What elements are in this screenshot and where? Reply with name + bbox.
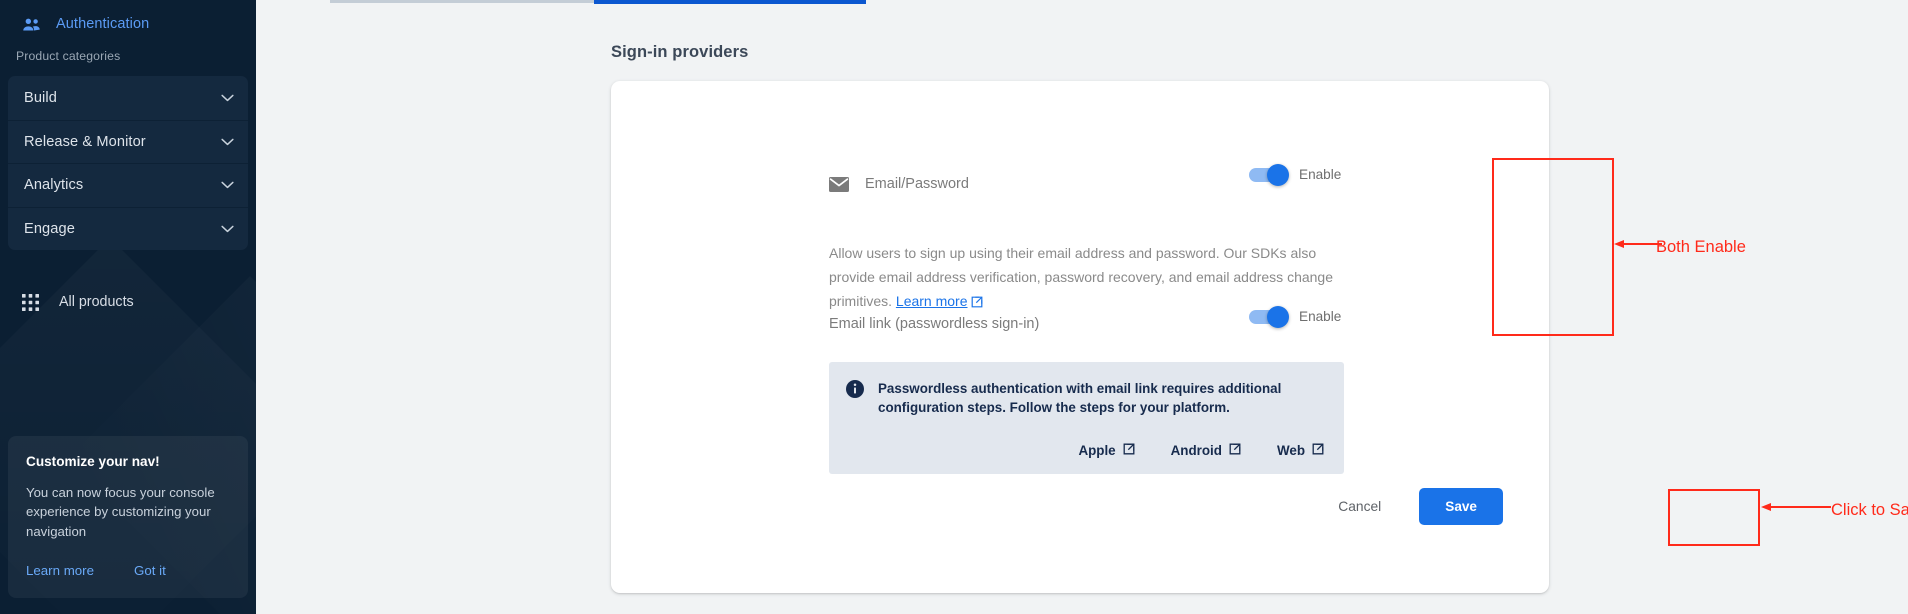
annotation-box-save — [1668, 489, 1760, 546]
android-link-label: Android — [1170, 443, 1222, 459]
customize-nav-promo-card: Customize your nav! You can now focus yo… — [8, 436, 248, 598]
external-link-icon — [1312, 443, 1324, 458]
sidebar-item-build[interactable]: Build — [8, 76, 248, 120]
sidebar-item-engage[interactable]: Engage — [8, 206, 248, 251]
promo-learn-more-link[interactable]: Learn more — [26, 563, 94, 578]
people-icon — [22, 17, 41, 32]
web-link-label: Web — [1276, 443, 1305, 459]
mail-icon — [829, 176, 849, 192]
sidebar-item-analytics[interactable]: Analytics — [8, 163, 248, 207]
android-docs-link[interactable]: Android — [1171, 443, 1241, 458]
sidebar-section-label: Product categories — [16, 49, 121, 63]
email-password-toggle-label: Enable — [1299, 167, 1342, 182]
sidebar-item-label: Engage — [24, 220, 75, 237]
cancel-button[interactable]: Cancel — [1324, 490, 1395, 523]
tab-underline-active[interactable] — [594, 0, 866, 4]
chevron-down-icon — [221, 220, 234, 238]
email-link-name-label: Email link (passwordless sign-in) — [829, 316, 1040, 332]
tab-strip — [256, 0, 1908, 4]
sidebar-item-label: Release & Monitor — [24, 133, 146, 150]
toggle-knob — [1267, 163, 1289, 186]
sidebar-item-label: Build — [24, 89, 57, 106]
promo-got-it-link[interactable]: Got it — [134, 563, 166, 578]
provider-name-label: Email/Password — [865, 176, 969, 192]
chevron-down-icon — [221, 133, 234, 151]
email-password-toggle-group: Enable — [1249, 163, 1342, 186]
external-link-icon — [1229, 443, 1241, 458]
sidebar-item-all-products[interactable]: All products — [0, 290, 134, 314]
email-link-toggle[interactable] — [1249, 305, 1289, 328]
card-actions: Cancel Save — [1324, 488, 1503, 525]
info-box-text: Passwordless authentication with email l… — [878, 381, 1282, 416]
sidebar-item-label: All products — [59, 294, 134, 310]
provider-header-email-password: Email/Password — [829, 176, 969, 192]
promo-actions: Learn more Got it — [26, 563, 230, 578]
info-box-platform-links: Apple Android Web — [846, 443, 1324, 458]
promo-title: Customize your nav! — [26, 454, 160, 469]
sidebar: Authentication Product categories Build … — [0, 0, 256, 614]
sidebar-item-release-and-monitor[interactable]: Release & Monitor — [8, 119, 248, 164]
email-link-toggle-group: Enable — [1249, 305, 1342, 328]
annotation-label-toggles: Both Enable — [1656, 238, 1746, 256]
annotation-label-save: Click to Save — [1831, 501, 1908, 519]
email-password-toggle[interactable] — [1249, 163, 1289, 186]
info-box-row: Passwordless authentication with email l… — [846, 379, 1324, 417]
passwordless-info-box: Passwordless authentication with email l… — [829, 362, 1344, 475]
sidebar-product-title: Authentication — [56, 16, 150, 32]
apple-link-label: Apple — [1078, 443, 1116, 459]
firebase-auth-console: Authentication Product categories Build … — [0, 0, 1908, 614]
chevron-down-icon — [221, 89, 234, 107]
chevron-down-icon — [221, 176, 234, 194]
info-icon — [846, 380, 864, 398]
apple-docs-link[interactable]: Apple — [1078, 443, 1135, 459]
external-link-icon — [971, 291, 983, 315]
sidebar-category-list: Build Release & Monitor Analytics Engage — [8, 76, 248, 250]
sidebar-product-header[interactable]: Authentication — [0, 12, 149, 36]
main-content: Sign-in providers Email/Password Allow u… — [256, 0, 1908, 614]
save-button[interactable]: Save — [1419, 488, 1503, 525]
provider-learn-more-link[interactable]: Learn more — [896, 293, 968, 309]
sidebar-item-label: Analytics — [24, 177, 84, 194]
page-title: Sign-in providers — [611, 43, 749, 61]
annotation-arrow-save — [1761, 503, 1831, 511]
toggle-knob — [1267, 305, 1289, 328]
grid-icon — [22, 293, 39, 311]
provider-description: Allow users to sign up using their email… — [829, 241, 1339, 315]
web-docs-link[interactable]: Web — [1277, 443, 1324, 458]
external-link-icon — [1123, 443, 1135, 458]
promo-body: You can now focus your console experienc… — [26, 485, 215, 539]
email-link-toggle-label: Enable — [1299, 309, 1342, 324]
sign-in-providers-card: Email/Password Allow users to sign up us… — [611, 81, 1549, 593]
